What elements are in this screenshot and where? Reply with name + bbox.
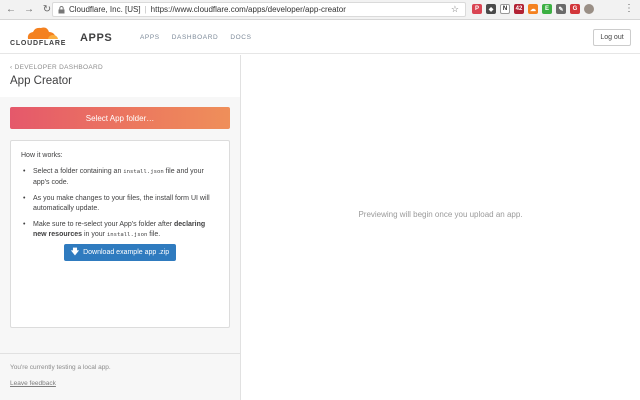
item-text: file. — [147, 230, 161, 238]
download-label: Download example app .zip — [83, 249, 170, 256]
cloudflare-ext-icon[interactable]: ☁ — [528, 4, 538, 14]
sidebar: ‹ DEVELOPER DASHBOARD App Creator Select… — [0, 55, 241, 400]
evernote-ext-icon[interactable]: E — [542, 4, 552, 14]
select-app-folder-button[interactable]: Select App folder… — [10, 107, 230, 129]
page-title: App Creator — [10, 75, 73, 87]
sidebar-footer: You're currently testing a local app. Le… — [0, 353, 240, 400]
sidebar-header: ‹ DEVELOPER DASHBOARD App Creator — [0, 55, 240, 97]
nav-docs[interactable]: DOCS — [230, 34, 251, 41]
address-bar[interactable]: Cloudflare, Inc. [US] | https://www.clou… — [52, 2, 466, 17]
shield-ext-icon[interactable]: ◆ — [486, 4, 496, 14]
info-heading: How it works: — [21, 152, 63, 159]
preview-message: Previewing will begin once you upload an… — [358, 210, 523, 219]
nav-dashboard[interactable]: DASHBOARD — [172, 34, 219, 41]
notion-ext-icon[interactable]: N — [500, 4, 510, 14]
top-nav: APPS DASHBOARD DOCS — [140, 34, 252, 41]
browser-toolbar: ← → ↻ Cloudflare, Inc. [US] | https://ww… — [0, 0, 640, 20]
bullet-icon: • — [23, 221, 26, 228]
list-item: • Make sure to re-select your App's fold… — [21, 220, 219, 240]
logo-wordmark: CLOUDFLARE — [10, 40, 67, 47]
code-snippet: install.json — [106, 231, 148, 238]
leave-feedback-link[interactable]: Leave feedback — [10, 380, 56, 387]
logout-button[interactable]: Log out — [593, 29, 631, 46]
back-arrow-icon[interactable]: ← — [4, 3, 18, 17]
download-example-button[interactable]: 🡇 Download example app .zip — [64, 244, 176, 261]
lastpass-ext-icon[interactable]: 42 — [514, 4, 524, 14]
info-list: • Select a folder containing an install.… — [21, 167, 219, 240]
nav-apps[interactable]: APPS — [140, 34, 160, 41]
code-snippet: install.json — [123, 169, 164, 175]
bullet-icon: • — [23, 195, 26, 202]
pocket-ext-icon[interactable]: P — [472, 4, 482, 14]
url-separator: | — [144, 5, 147, 14]
breadcrumb[interactable]: ‹ DEVELOPER DASHBOARD — [10, 64, 103, 71]
bullet-icon: • — [23, 168, 26, 175]
forward-arrow-icon[interactable]: → — [22, 3, 36, 17]
cloud-logo-icon — [27, 27, 58, 39]
site-identity: Cloudflare, Inc. [US] — [69, 5, 141, 14]
browser-menu-icon[interactable]: ⋮ — [624, 3, 634, 15]
preview-pane: Previewing will begin once you upload an… — [241, 55, 640, 400]
profile-avatar[interactable] — [584, 4, 594, 14]
how-it-works-panel: How it works: • Select a folder containi… — [10, 140, 230, 328]
list-item: • As you make changes to your files, the… — [21, 194, 219, 213]
url-text[interactable]: https://www.cloudflare.com/apps/develope… — [151, 5, 346, 14]
grammarly-ext-icon[interactable]: G — [570, 4, 580, 14]
item-text: Select a folder containing an — [33, 168, 124, 175]
feather-ext-icon[interactable]: ✎ — [556, 4, 566, 14]
item-text: in your — [82, 230, 107, 238]
extension-icons: P ◆ N 42 ☁ E ✎ G — [472, 4, 594, 16]
app-header: CLOUDFLARE APPS APPS DASHBOARD DOCS Log … — [0, 21, 640, 54]
cloudflare-logo[interactable]: CLOUDFLARE — [10, 26, 65, 50]
bookmark-star-icon[interactable]: ☆ — [451, 4, 459, 15]
download-arrow-icon: 🡇 — [70, 246, 80, 256]
lock-icon — [57, 5, 66, 14]
list-item: • Select a folder containing an install.… — [21, 167, 219, 187]
item-text: Make sure to re-select your App's folder… — [33, 221, 175, 228]
local-app-notice: You're currently testing a local app. — [10, 364, 111, 371]
item-text: As you make changes to your files, the i… — [33, 195, 210, 212]
app-name: APPS — [80, 32, 113, 44]
